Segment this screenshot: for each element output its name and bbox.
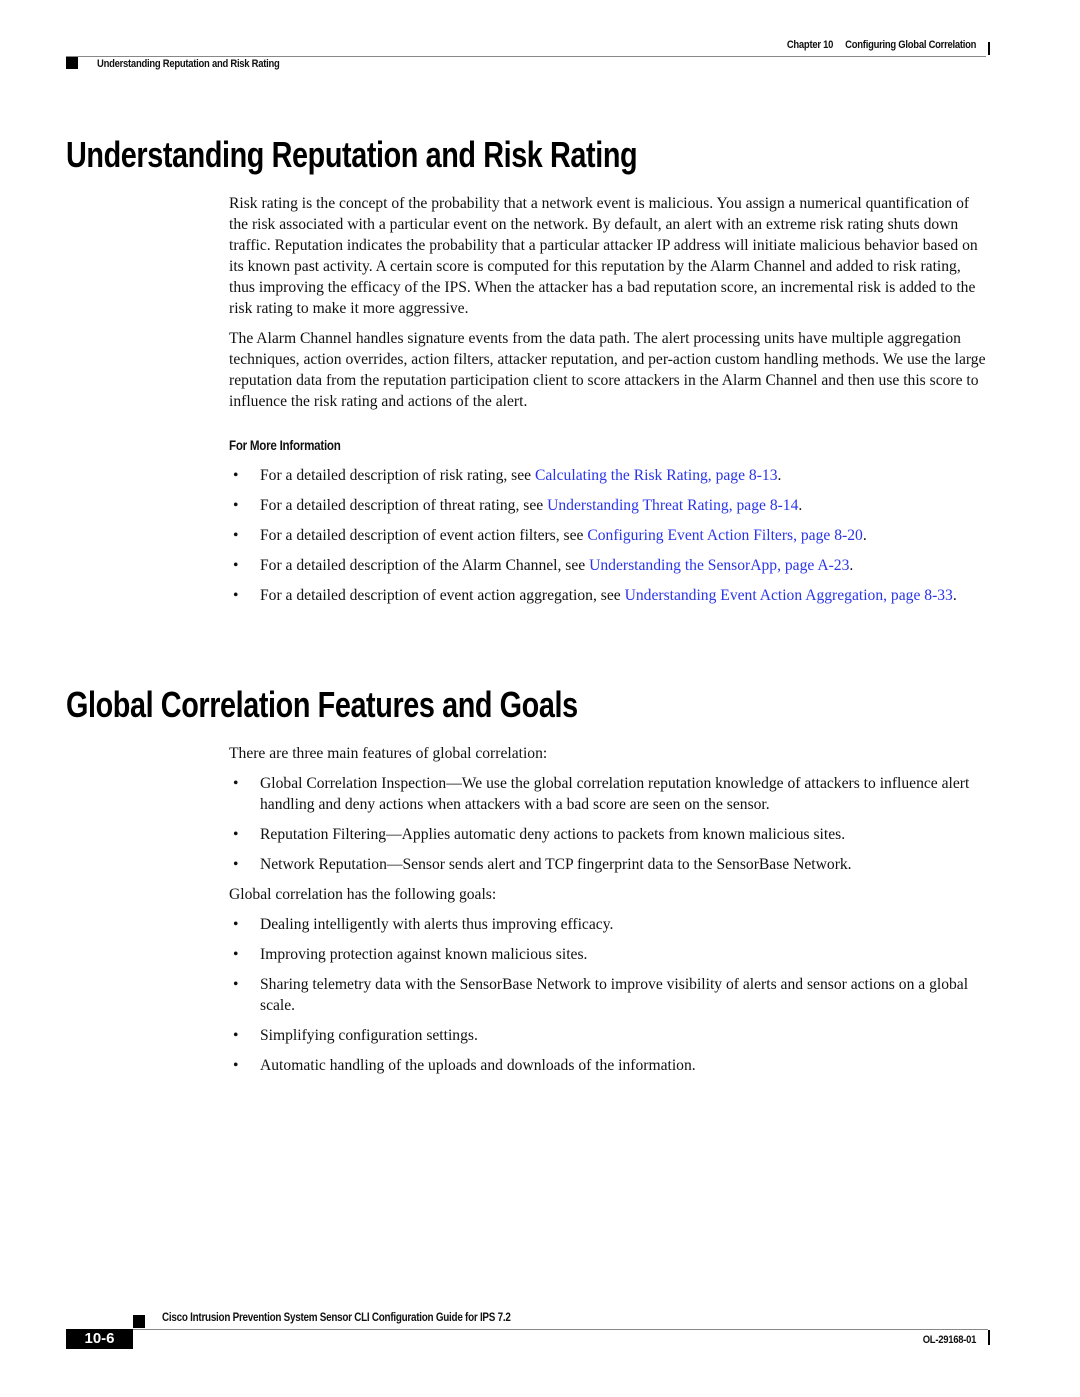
header-edge-bar [988,42,990,55]
header-marker-square [66,57,78,69]
goal-item: • Automatic handling of the uploads and d… [233,1057,696,1074]
bullet-icon: • [233,976,239,993]
footer-book-title: Cisco Intrusion Prevention System Sensor… [162,1312,511,1324]
goal-item: • Dealing intelligently with alerts thus … [233,916,614,933]
reference-item: • For a detailed description of event ac… [233,587,957,604]
footer-page-number: 10-6 [66,1329,133,1349]
bullet-icon: • [233,1027,239,1044]
xref-link-sensorapp[interactable]: Understanding the SensorApp, page A-23 [589,557,849,574]
section-heading-reputation-risk: Understanding Reputation and Risk Rating [66,134,638,175]
bullet-icon: • [233,587,239,604]
chapter-title: Configuring Global Correlation [844,39,976,51]
paragraph: The Alarm Channel handles signature even… [229,330,986,410]
bullet-icon: • [233,467,239,484]
section-body-global-correlation: There are three main features of global … [229,743,989,1085]
goal-item: • Simplifying configuration settings. [233,1027,478,1044]
bullet-icon: • [233,916,239,933]
bullet-icon: • [233,946,239,963]
footer-edge-bar [988,1330,990,1345]
bullet-icon: • [233,557,239,574]
reference-item: • For a detailed description of the Alar… [233,557,854,574]
subheading-for-more-information: For More Information [229,438,341,453]
xref-link-threat-rating[interactable]: Understanding Threat Rating, page 8-14 [547,497,798,514]
bullet-icon: • [233,856,239,873]
header-rule [66,56,986,57]
goal-item: • Improving protection against known mali… [233,946,588,963]
goal-item: • Sharing telemetry data with the SensorB… [233,976,969,1014]
reference-list: • For a detailed description of risk rat… [229,465,989,606]
goals-list: • Dealing intelligently with alerts thus … [229,914,989,1076]
reference-item: • For a detailed description of risk rat… [233,467,782,484]
bullet-icon: • [233,497,239,514]
xref-link-event-action-filters[interactable]: Configuring Event Action Filters, page 8… [587,527,862,544]
section-body-reputation-risk: Risk rating is the concept of the probab… [229,193,989,615]
section-heading-global-correlation: Global Correlation Features and Goals [66,684,578,725]
footer-marker-square [133,1315,145,1328]
header-section-title: Understanding Reputation and Risk Rating [97,58,280,70]
feature-item: • Network Reputation—Sensor sends alert a… [233,856,852,873]
header-chapter: Chapter 10 Configuring Global Correlation [786,39,977,51]
xref-link-calculating-risk-rating[interactable]: Calculating the Risk Rating, page 8-13 [535,467,778,484]
features-list: • Global Correlation Inspection—We use th… [229,773,989,875]
feature-item: • Reputation Filtering—Applies automatic … [233,826,846,843]
footer-rule [133,1329,988,1330]
xref-link-event-action-aggregation[interactable]: Understanding Event Action Aggregation, … [625,587,953,604]
paragraph: Risk rating is the concept of the probab… [229,195,978,317]
bullet-icon: • [233,775,239,792]
features-intro: There are three main features of global … [229,745,548,762]
footer-doc-number: OL-29168-01 [922,1334,977,1346]
reference-item: • For a detailed description of threat r… [233,497,803,514]
bullet-icon: • [233,1057,239,1074]
chapter-number: Chapter 10 [786,39,834,51]
bullet-icon: • [233,826,239,843]
feature-item: • Global Correlation Inspection—We use th… [233,775,970,813]
goals-intro: Global correlation has the following goa… [229,886,497,903]
reference-item: • For a detailed description of event ac… [233,527,867,544]
bullet-icon: • [233,527,239,544]
